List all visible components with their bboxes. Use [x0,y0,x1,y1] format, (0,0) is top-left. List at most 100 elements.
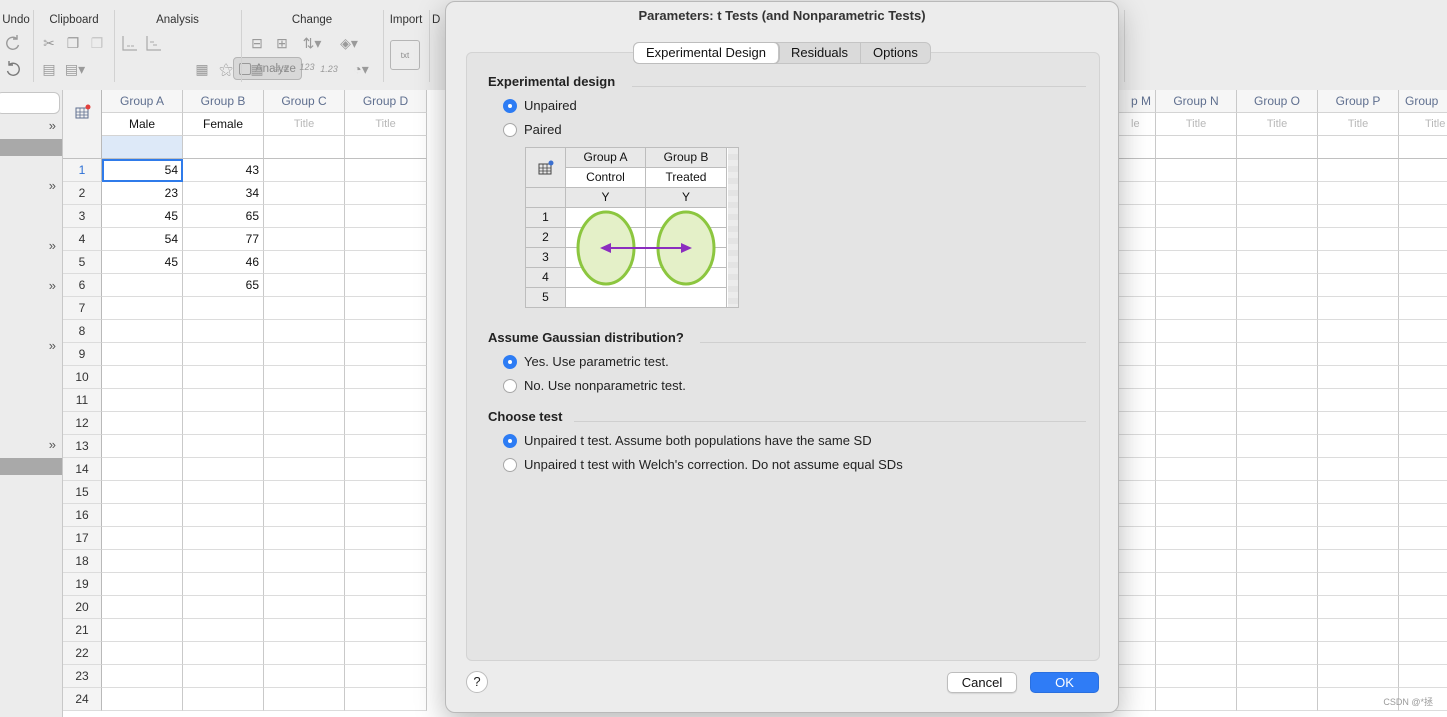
table-cell-group-c[interactable] [264,527,345,550]
parametric-option[interactable]: Yes. Use parametric test. [503,354,669,369]
paste-icon[interactable]: ▤ [40,60,58,78]
cancel-button[interactable]: Cancel [947,672,1017,693]
row-number[interactable]: 21 [63,619,102,642]
table-cell-group-c[interactable] [264,274,345,297]
table-cell-group-d[interactable] [345,274,427,297]
row-number[interactable]: 17 [63,527,102,550]
table-cell-group-d[interactable] [345,228,427,251]
table-cell-group-d[interactable] [345,504,427,527]
row-number[interactable]: 7 [63,297,102,320]
table-cell-group-q[interactable] [1399,274,1447,297]
magic-wand-icon[interactable]: ⚝ [217,60,235,78]
row-number[interactable]: 9 [63,343,102,366]
table-cell-group-d[interactable] [345,688,427,711]
expand-chevron-icon[interactable]: » [49,437,56,452]
row-number[interactable]: 2 [63,182,102,205]
welch-t-test-option[interactable]: Unpaired t test with Welch's correction.… [503,457,903,472]
table-cell-group-q[interactable] [1399,619,1447,642]
row-number[interactable]: 5 [63,251,102,274]
table-cell-group-d[interactable] [345,320,427,343]
table-cell-group-a[interactable] [102,481,183,504]
table-cell-group-n[interactable] [1156,228,1237,251]
column-header-group-d[interactable]: Group D [345,90,427,113]
table-cell-group-a[interactable] [102,527,183,550]
column-header-group-c[interactable]: Group C [264,90,345,113]
table-cell-group-p[interactable] [1318,550,1399,573]
table-cell-group-p[interactable] [1318,274,1399,297]
table-cell-group-c[interactable] [264,159,345,182]
table-cell-group-n[interactable] [1156,182,1237,205]
redo-icon[interactable] [4,34,22,52]
column-header-group-b[interactable]: Group B [183,90,264,113]
table-cell-group-q[interactable] [1399,297,1447,320]
row-number[interactable]: 10 [63,366,102,389]
help-button[interactable]: ? [466,671,488,693]
column-title-group-c[interactable]: Title [264,113,345,136]
table-cell-group-n[interactable] [1156,366,1237,389]
table-cell-group-o[interactable] [1237,320,1318,343]
copy-special-icon[interactable]: ❐ [88,34,106,52]
table-cell-group-a[interactable]: 45 [102,205,183,228]
row-number[interactable]: 19 [63,573,102,596]
table-cell-group-c[interactable] [264,458,345,481]
table-cell-group-d[interactable] [345,251,427,274]
column-title-group-n[interactable]: Title [1156,113,1237,136]
table-cell-group-n[interactable] [1156,619,1237,642]
table-cell-group-p[interactable] [1318,205,1399,228]
table-cell-group-q[interactable] [1399,228,1447,251]
table-cell-group-a[interactable] [102,619,183,642]
table-cell-group-b[interactable] [183,642,264,665]
table-cell-group-p[interactable] [1318,366,1399,389]
table-cell-group-q[interactable] [1399,458,1447,481]
table-cell-group-b[interactable] [183,504,264,527]
table-cell-group-n[interactable] [1156,343,1237,366]
table-cell-group-b[interactable] [183,343,264,366]
trend-icon[interactable] [145,34,163,52]
table-cell-group-q[interactable] [1399,573,1447,596]
import-file-icon[interactable]: txt [390,40,420,70]
parametric-radio[interactable] [503,354,517,369]
table-cell-group-d[interactable] [345,159,427,182]
table-cell-group-c[interactable] [264,389,345,412]
table-cell-group-c[interactable] [264,665,345,688]
table-cell-group-p[interactable] [1318,596,1399,619]
table-cell-group-c[interactable] [264,228,345,251]
table-cell-group-n[interactable] [1156,550,1237,573]
row-number[interactable]: 15 [63,481,102,504]
paste-special-icon[interactable]: ▤▾ [65,60,85,78]
column-header-group-a[interactable]: Group A [102,90,183,113]
unpaired-t-test-radio[interactable] [503,433,517,448]
table-cell-group-b[interactable] [183,366,264,389]
expand-chevron-icon[interactable]: » [49,338,56,353]
expand-chevron-icon[interactable]: » [49,238,56,253]
table-cell-group-a[interactable] [102,435,183,458]
table-cell-group-a[interactable]: 23 [102,182,183,205]
expand-chevron-icon[interactable]: » [49,278,56,293]
table-cell-group-o[interactable] [1237,251,1318,274]
table-cell-group-o[interactable] [1237,435,1318,458]
table-cell-group-n[interactable] [1156,665,1237,688]
table-cell-group-q[interactable] [1399,596,1447,619]
table-cell-group-b[interactable]: 46 [183,251,264,274]
table-cell-group-p[interactable] [1318,619,1399,642]
table-cell-group-o[interactable] [1237,205,1318,228]
table-cell-group-c[interactable] [264,481,345,504]
table-cell-group-b[interactable] [183,458,264,481]
table-cell-group-q[interactable] [1399,159,1447,182]
table-cell-group-q[interactable] [1399,504,1447,527]
table-cell-group-p[interactable] [1318,458,1399,481]
table-cell-group-q[interactable] [1399,389,1447,412]
table-cell-group-p[interactable] [1318,182,1399,205]
table-cell-group-o[interactable] [1237,665,1318,688]
table-cell-group-o[interactable] [1237,527,1318,550]
table-cell-group-o[interactable] [1237,688,1318,711]
table-cell-group-p[interactable] [1318,320,1399,343]
table-cell-group-b[interactable] [183,389,264,412]
nonparametric-option[interactable]: No. Use nonparametric test. [503,378,686,393]
table-cell-group-n[interactable] [1156,642,1237,665]
table-cell-group-q[interactable] [1399,182,1447,205]
table-cell-group-o[interactable] [1237,481,1318,504]
column-title-group-b[interactable]: Female [183,113,264,136]
table-cell-group-d[interactable] [345,481,427,504]
table-cell-group-o[interactable] [1237,573,1318,596]
